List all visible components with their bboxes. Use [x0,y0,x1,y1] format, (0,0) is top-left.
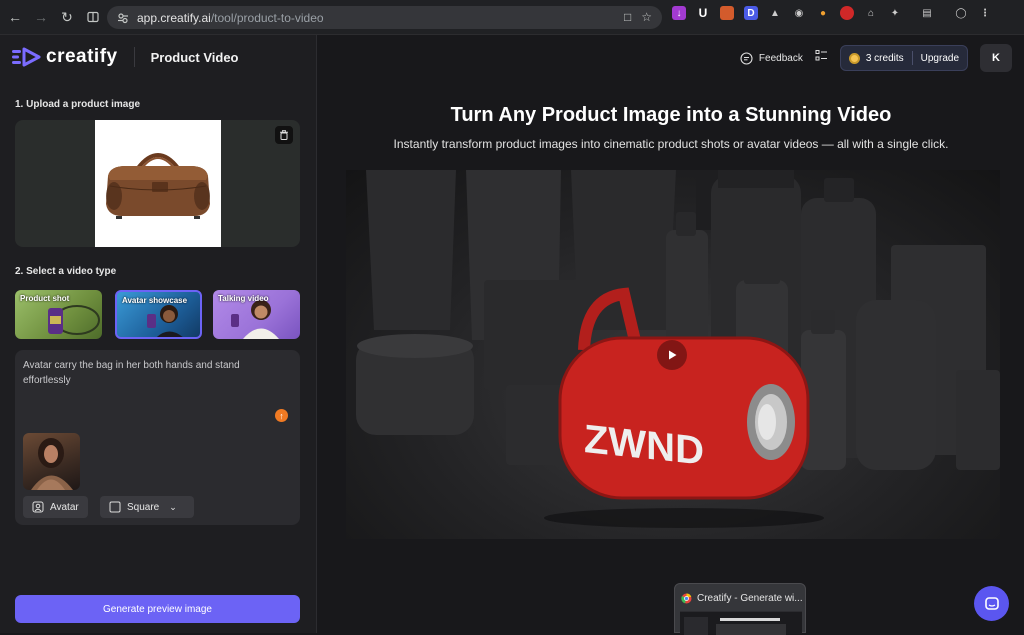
upload-dropzone[interactable] [15,120,300,247]
extension-orange-icon[interactable] [720,6,734,20]
hero-subtitle: Instantly transform product images into … [393,137,949,151]
divider [911,51,913,65]
credits-count: 3 credits [865,52,904,64]
avatar-chip-label: Avatar [50,501,79,513]
play-button[interactable] [657,340,687,370]
browser-toolbar: ← → ↻ app.creatify.ai/tool/product-to-vi… [0,0,1024,35]
extension-drop-icon[interactable]: ● [816,6,830,20]
divider [133,47,135,67]
tab-preview-title: Creatify - Generate wi... [697,593,803,604]
prompt-textarea[interactable]: Avatar carry the bag in her both hands a… [23,358,273,388]
extensions-row: ↓ U D ▲ ◉ ● ⌂ ✦ ▤ ◯ ⋮ [672,6,992,20]
reload-icon[interactable]: ↻ [56,6,78,28]
chevron-down-icon: ⌄ [169,501,177,512]
extension-chart-icon[interactable]: ▲ [768,6,782,20]
video-type-label: Talking video [218,294,269,303]
page-title: Product Video [150,49,239,65]
upload-section-label: 1. Upload a product image [15,99,141,110]
aspect-ratio-label: Square [127,501,160,513]
extension-camera-icon[interactable]: ◉ [792,6,806,20]
extension-red-icon[interactable] [840,6,854,20]
upgrade-button[interactable]: Upgrade [921,53,959,64]
video-type-section-label: 2. Select a video type [15,266,117,277]
extensions-puzzle-icon[interactable]: ✦ [888,6,902,20]
sidebar: creatify Product Video 1. Upload a produ… [0,35,317,633]
tab-thumbnail [680,611,802,635]
site-info-icon[interactable] [117,12,129,24]
feedback-label: Feedback [758,52,803,64]
extension-home-icon[interactable]: ⌂ [864,6,878,20]
sidebar-toggle-icon[interactable] [82,6,104,28]
top-actions: Feedback 3 credits Upgrade K [740,44,1012,72]
address-bar[interactable]: app.creatify.ai/tool/product-to-video □ … [107,6,662,29]
arrow-up-icon: ↑ [279,410,284,421]
user-avatar[interactable]: K [980,44,1012,72]
list-view-icon[interactable] [815,49,828,67]
chat-support-button[interactable] [974,586,1009,621]
forward-icon[interactable]: → [30,6,52,28]
back-icon[interactable]: ← [4,6,26,28]
demo-video[interactable]: ZWND [346,170,1000,539]
logo-row: creatify Product Video [12,45,239,69]
prompt-box[interactable]: Avatar carry the bag in her both hands a… [15,350,300,525]
browser-menu-icon[interactable]: ⋮ [978,6,992,20]
main-content: Feedback 3 credits Upgrade K Turn Any Pr… [318,35,1024,633]
page-info-icon[interactable]: □ [624,10,631,24]
extension-u-icon[interactable]: U [696,6,710,20]
extension-download-icon[interactable]: ↓ [672,6,686,20]
play-icon [669,350,677,360]
trash-icon [280,130,288,140]
video-type-label: Avatar showcase [122,296,188,305]
coin-icon [848,52,860,64]
video-type-talking-video[interactable]: Talking video [213,290,300,339]
video-type-avatar-showcase[interactable]: Avatar showcase [115,290,202,339]
tab-hover-preview: Creatify - Generate wi... [674,583,806,635]
video-type-label: Product shot [20,294,70,303]
aspect-ratio-select[interactable]: Square ⌄ [100,496,194,518]
url-text: app.creatify.ai/tool/product-to-video [137,10,324,25]
chrome-icon [681,593,692,604]
feedback-button[interactable]: Feedback [740,51,803,65]
hero-title: Turn Any Product Image into a Stunning V… [450,104,892,126]
bookmark-star-icon[interactable]: ☆ [641,10,652,24]
chat-icon [984,596,999,610]
reading-list-icon[interactable]: ▤ [920,6,934,20]
creatify-logo-icon[interactable] [12,47,42,67]
submit-prompt-button[interactable]: ↑ [275,409,288,422]
uploaded-product-image [95,120,221,247]
logo-text: creatify [46,46,118,67]
profile-icon[interactable]: ◯ [954,6,968,20]
credits-panel: 3 credits Upgrade [839,45,968,71]
video-type-product-shot[interactable]: Product shot [15,290,102,339]
avatar-icon [32,501,44,513]
square-icon [109,501,121,513]
extension-d-icon[interactable]: D [744,6,758,20]
avatar-thumbnail[interactable] [23,433,80,490]
delete-image-button[interactable] [275,126,293,144]
generate-preview-button[interactable]: Generate preview image [15,595,300,623]
avatar-chip[interactable]: Avatar [23,496,88,518]
feedback-icon [740,51,753,65]
